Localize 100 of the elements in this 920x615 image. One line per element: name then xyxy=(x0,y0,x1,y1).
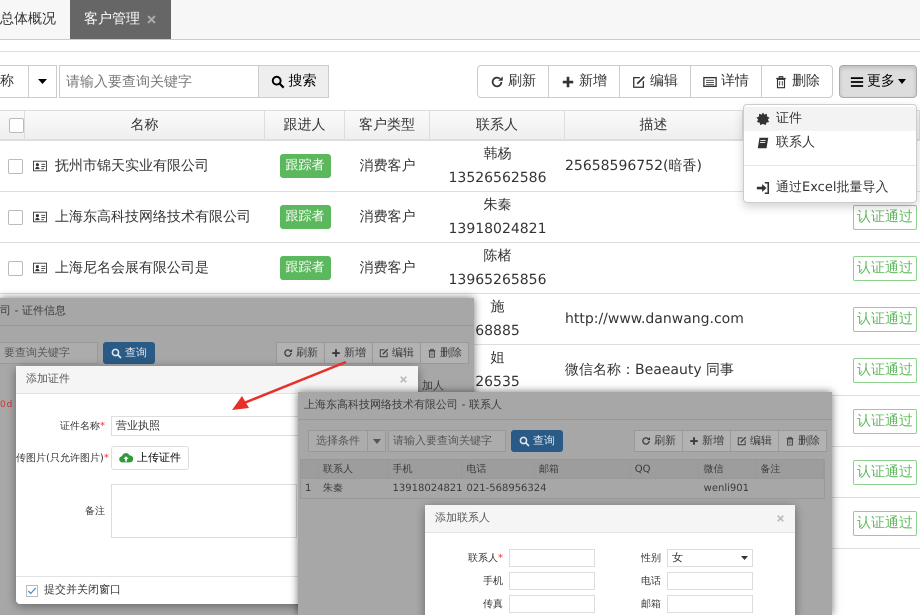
column-header: 客户类型 xyxy=(359,116,415,134)
status-tag: 认证通过 xyxy=(853,256,917,280)
menu-item[interactable]: 证件 xyxy=(744,107,916,131)
contact-name: 陈楮 xyxy=(484,247,512,266)
column-header: 名称 xyxy=(130,116,158,134)
search-button[interactable]: 搜索 xyxy=(259,65,329,98)
checkbox[interactable] xyxy=(26,584,38,596)
search-icon xyxy=(519,436,530,446)
tab[interactable]: 总体概况 xyxy=(0,0,70,39)
edit-button[interactable]: 编辑 xyxy=(619,65,691,98)
window-title: 司 - 证件信息 xyxy=(0,303,66,320)
customer-type: 消费客户 xyxy=(360,208,416,226)
input-field[interactable] xyxy=(509,549,595,567)
input-field[interactable]: 营业执照 xyxy=(111,416,301,436)
caret-icon xyxy=(38,79,47,84)
dropdown-toggle[interactable] xyxy=(29,65,57,98)
table-cell-text: wenli901 xyxy=(704,482,749,496)
add-button[interactable]: 新增 xyxy=(548,65,620,98)
edit-icon xyxy=(379,348,389,358)
trash-icon xyxy=(785,436,795,446)
search-icon xyxy=(270,74,284,88)
menu-icon xyxy=(850,74,864,88)
book-icon xyxy=(756,136,770,150)
contact-phone: 13965265856 xyxy=(448,271,546,290)
close-button[interactable] xyxy=(399,375,408,384)
contact-name: 施 xyxy=(490,298,504,317)
more-button[interactable]: 更多 xyxy=(839,65,917,98)
edit-button[interactable]: 编辑 xyxy=(372,342,421,364)
gender-select[interactable]: 女 xyxy=(667,549,753,567)
customer-type: 消费客户 xyxy=(360,156,416,176)
column-header: 加人 xyxy=(422,378,444,394)
follower-tag: 跟踪者 xyxy=(280,205,330,229)
close-icon xyxy=(146,14,157,25)
contact-phone: 13918024821 xyxy=(448,220,546,239)
edit-icon xyxy=(632,74,646,88)
column-header: 跟进人 xyxy=(284,116,326,134)
delete-button[interactable]: 删除 xyxy=(420,342,469,364)
customer-name: 上海尼名会展有限公司是 xyxy=(55,258,209,278)
select-all-checkbox[interactable] xyxy=(8,118,24,132)
upload-button[interactable]: 上传证件 xyxy=(111,446,189,470)
contact-phone: 68885 xyxy=(475,322,520,341)
row-checkbox[interactable] xyxy=(8,158,23,174)
input-field[interactable] xyxy=(667,595,753,613)
close-button[interactable] xyxy=(776,514,785,523)
column-header: 邮箱 xyxy=(539,462,560,476)
contact-phone: 13526562586 xyxy=(448,169,546,188)
search-icon xyxy=(111,348,122,358)
column-header: 手机 xyxy=(392,462,413,476)
refresh-icon xyxy=(490,74,504,88)
dropdown-toggle[interactable] xyxy=(368,430,386,452)
refresh-button[interactable]: 刷新 xyxy=(634,430,683,452)
menu-item[interactable]: 通过Excel批量导入 xyxy=(744,176,916,200)
import-icon xyxy=(756,181,770,195)
field-label: 证件名称* xyxy=(59,420,106,434)
row-checkbox[interactable] xyxy=(8,260,23,276)
notes-field[interactable] xyxy=(111,484,297,538)
gear-icon xyxy=(756,112,770,126)
caret-icon xyxy=(898,79,906,84)
input-field[interactable] xyxy=(509,595,595,613)
trash-icon xyxy=(427,348,437,358)
status-tag: 认证通过 xyxy=(853,510,917,536)
status-tag: 认证通过 xyxy=(853,358,917,382)
id-card-icon xyxy=(33,159,47,173)
query-button[interactable]: 查询 xyxy=(511,430,563,452)
edit-button[interactable]: 编辑 xyxy=(730,430,779,452)
column-header: QQ xyxy=(634,462,650,476)
table-cell-text: 13918024821 xyxy=(392,482,463,496)
tab[interactable]: 客户管理 xyxy=(70,0,171,39)
refresh-button[interactable]: 刷新 xyxy=(276,342,325,364)
add-button[interactable]: 新增 xyxy=(682,430,731,452)
checkbox-label: 提交并关闭窗口 xyxy=(44,582,121,598)
query-button[interactable]: 查询 xyxy=(103,342,155,364)
input-field[interactable] xyxy=(509,572,595,590)
field-label: 邮箱 xyxy=(640,598,662,612)
menu-item[interactable]: 联系人 xyxy=(744,131,916,155)
contact-name: 韩杨 xyxy=(484,145,512,164)
follower-tag: 跟踪者 xyxy=(280,256,330,280)
refresh-button[interactable]: 刷新 xyxy=(477,65,549,98)
dialog-title: 添加联系人 xyxy=(435,510,490,526)
row-checkbox[interactable] xyxy=(8,210,23,224)
follower-tag: 跟踪者 xyxy=(280,154,330,178)
search-field[interactable]: 请输入要查询关键字 xyxy=(59,65,259,98)
delete-button[interactable]: 删除 xyxy=(761,65,833,98)
trash-icon xyxy=(774,74,788,88)
id-card-icon xyxy=(33,210,47,224)
caret-icon xyxy=(741,556,748,560)
details-button[interactable]: 详情 xyxy=(690,65,762,98)
field-label: 传真 xyxy=(482,598,504,612)
delete-button[interactable]: 删除 xyxy=(778,430,827,452)
add-button[interactable]: 新增 xyxy=(324,342,373,364)
input-field[interactable] xyxy=(667,572,753,590)
contact-name: 朱秦 xyxy=(484,196,512,215)
field-label: 电话 xyxy=(640,574,662,588)
contact-phone: 26535 xyxy=(475,373,520,392)
row-number: 1 xyxy=(305,482,312,496)
field-label: 性别 xyxy=(640,552,662,566)
column-header: 电话 xyxy=(466,462,486,476)
refresh-icon xyxy=(641,436,651,446)
status-tag: 认证通过 xyxy=(853,306,917,332)
plus-icon xyxy=(689,436,699,446)
